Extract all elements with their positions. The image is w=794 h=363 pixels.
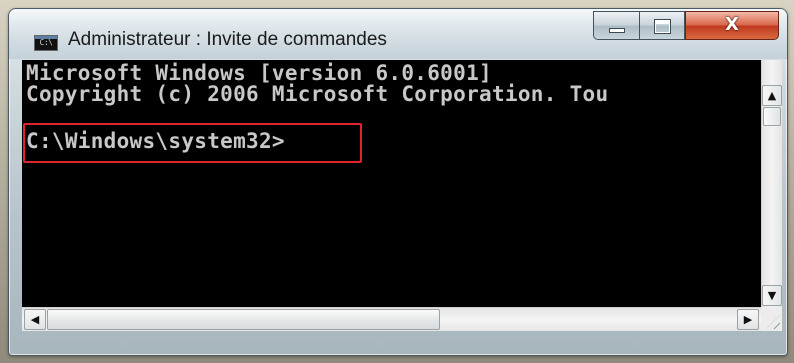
minimize-icon: [609, 28, 625, 33]
console-icon[interactable]: C:\: [34, 35, 58, 51]
console-output[interactable]: Microsoft Windows [version 6.0.6001] Cop…: [22, 60, 761, 307]
horizontal-scrollbar[interactable]: ◀ ▶: [22, 307, 761, 331]
scroll-left-button[interactable]: ◀: [24, 309, 46, 330]
maximize-icon: [654, 19, 671, 34]
scroll-down-button[interactable]: ▼: [762, 285, 782, 306]
up-arrow-icon: ▲: [767, 89, 777, 102]
console-line-version: Microsoft Windows [version 6.0.6001]: [26, 61, 492, 85]
resize-grip[interactable]: [761, 307, 782, 331]
vertical-scroll-thumb[interactable]: [763, 107, 781, 126]
down-arrow-icon: ▼: [767, 289, 777, 302]
console-line-copyright: Copyright (c) 2006 Microsoft Corporation…: [26, 82, 609, 106]
window-title: Administrateur : Invite de commandes: [68, 29, 387, 50]
scroll-right-button[interactable]: ▶: [737, 309, 759, 330]
prompt-highlight-box: [23, 123, 362, 163]
horizontal-scroll-thumb[interactable]: [47, 309, 440, 330]
right-arrow-icon: ▶: [743, 313, 753, 326]
close-icon: X: [725, 14, 739, 35]
minimize-button[interactable]: [593, 11, 640, 40]
left-arrow-icon: ◀: [30, 313, 40, 326]
close-button[interactable]: X: [685, 11, 779, 40]
maximize-button[interactable]: [640, 11, 685, 40]
scroll-up-button[interactable]: ▲: [762, 85, 782, 106]
vertical-scrollbar[interactable]: ▲ ▼: [761, 60, 782, 307]
